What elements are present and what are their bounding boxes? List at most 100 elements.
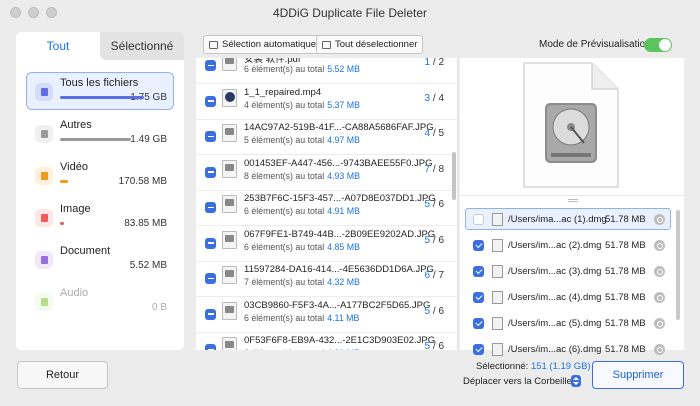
category-item[interactable]: Document 5.52 MB — [26, 240, 174, 278]
file-checkbox[interactable] — [473, 266, 484, 277]
document-icon — [35, 251, 53, 269]
duplicate-file-row[interactable]: /Users/im...ac (2).dmg 51.78 MB — [465, 234, 671, 256]
duplicate-file-row[interactable]: /Users/ima...ac (1).dmg 51.78 MB — [465, 208, 671, 230]
tab-all[interactable]: Tout — [16, 32, 100, 60]
file-thumbnail-icon — [222, 58, 237, 71]
magnifier-icon[interactable] — [654, 240, 665, 251]
group-details: 7 élément(s) au total 4.32 MB — [244, 277, 360, 287]
duplicate-group-row[interactable]: 安装 软件.pdf 6 élément(s) au total 5.52 MB 1 /… — [196, 58, 457, 84]
file-icon — [492, 317, 503, 330]
duplicate-file-row[interactable]: /Users/im...ac (5).dmg 51.78 MB — [465, 312, 671, 334]
category-item[interactable]: Image 83.85 MB — [26, 198, 174, 236]
category-item[interactable]: Vidéo 170.58 MB — [26, 156, 174, 194]
group-total-number: 8 — [438, 163, 444, 175]
duplicate-group-row[interactable]: 11597284-DA16-414...-4E5636DD1D6A.JPG 7 é… — [196, 261, 457, 297]
category-panel: Tout Sélectionné Tous les fichiers 1.75 G… — [16, 32, 184, 350]
file-checkbox[interactable] — [473, 214, 484, 225]
group-total-number: 6 — [438, 199, 444, 210]
group-size: 4.91 MB — [327, 206, 360, 216]
category-size: 0 B — [151, 302, 167, 313]
group-selected-number: 1 — [424, 58, 431, 68]
duplicate-file-row[interactable]: /Users/im...ac (4).dmg 51.78 MB — [465, 286, 671, 308]
magnifier-icon[interactable] — [654, 318, 665, 329]
category-name: Autres — [60, 119, 92, 131]
view-tabs: Tout Sélectionné — [16, 32, 184, 60]
duplicate-group-row[interactable]: 001453EF-A447-456...-9743BAEE55F0.JPG 8 é… — [196, 155, 457, 191]
group-checkbox[interactable] — [205, 273, 216, 284]
category-usage-bar — [60, 180, 68, 183]
group-checkbox[interactable] — [205, 60, 216, 71]
minimize-window-button[interactable] — [28, 7, 39, 18]
group-checkbox[interactable] — [205, 95, 216, 107]
duplicate-group-row[interactable]: 03CB9860-F5F3-4A...-A177BC2F5D65.JPG 6 él… — [196, 297, 457, 333]
group-details: 6 élément(s) au total 4.11 MB — [244, 313, 359, 323]
group-total-number: 7 — [438, 270, 444, 281]
magnifier-icon[interactable] — [654, 214, 665, 225]
duplicate-file-row[interactable]: /Users/im...ac (6).dmg 51.78 MB — [465, 338, 671, 360]
file-checkbox[interactable] — [473, 318, 484, 329]
group-checkbox[interactable] — [205, 308, 216, 320]
duplicate-group-row[interactable]: 253B7F6C-15F3-457...-A07D8E037DD1.JPG 6 é… — [196, 190, 457, 226]
selection-value: 151 (1.19 GB) — [530, 361, 591, 372]
group-checkbox[interactable] — [205, 237, 216, 249]
zoom-window-button[interactable] — [46, 7, 57, 18]
close-window-button[interactable] — [10, 7, 21, 18]
group-item-count: 6 élément(s) au total — [244, 206, 325, 216]
category-size: 1.49 GB — [130, 134, 167, 145]
file-list-scrollbar[interactable] — [676, 210, 680, 320]
duplicate-group-row[interactable]: 14AC97A2-519B-41F...-CA88A5686FAF.JPG 5 é… — [196, 119, 457, 155]
group-details: 6 élément(s) au total 5.52 MB — [244, 64, 360, 74]
preview-mode-toggle[interactable] — [644, 38, 672, 52]
duplicate-group-row[interactable]: 0F53F6F8-EB9A-432...-2E1C3D903E02.JPG 6 é… — [196, 332, 457, 350]
group-selected-number: 5 — [424, 341, 431, 350]
file-size: 51.78 MB — [605, 292, 646, 303]
group-details: 6 élément(s) au total 4.85 MB — [244, 242, 360, 252]
microphone-icon — [35, 293, 53, 311]
duplicate-group-row[interactable]: 067F9FE1-B749-44B...-2B09EE9202AD.JPG 6 é… — [196, 226, 457, 262]
group-item-count: 8 élément(s) au total — [244, 170, 325, 181]
group-details: 6 élément(s) au total 4.91 MB — [244, 206, 360, 216]
duplicate-file-row[interactable]: /Users/im...ac (3).dmg 51.78 MB — [465, 260, 671, 282]
file-checkbox[interactable] — [473, 292, 484, 303]
delete-button[interactable]: Supprimer — [592, 361, 684, 389]
auto-select-button[interactable]: Sélection automatique — [203, 35, 323, 54]
duplicate-group-row[interactable]: 1_1_repaired.mp4 4 élément(s) au total 5.3… — [196, 84, 457, 120]
file-size: 51.78 MB — [605, 318, 646, 329]
category-item[interactable]: Tous les fichiers 1.75 GB — [26, 72, 174, 110]
group-checkbox[interactable] — [205, 344, 216, 350]
back-button[interactable]: Retour — [17, 361, 108, 389]
group-selected-number: 5 — [424, 234, 431, 246]
group-size: 4.85 MB — [327, 241, 360, 252]
group-checkbox[interactable] — [205, 131, 216, 142]
chevron-updown-icon[interactable] — [571, 375, 581, 387]
file-checkbox[interactable] — [473, 240, 484, 251]
file-thumbnail-icon — [222, 88, 237, 107]
magnifier-icon[interactable] — [654, 344, 665, 355]
file-path: /Users/im...ac (6).dmg — [508, 344, 602, 355]
category-list: Tous les fichiers 1.75 GB Autres 1.49 GB Vid… — [16, 60, 184, 320]
resize-handle[interactable] — [568, 199, 578, 202]
folder-icon — [35, 83, 53, 101]
duplicate-group-list: 安装 软件.pdf 6 élément(s) au total 5.52 MB 1 /… — [196, 58, 458, 350]
preview-panel: /Users/ima...ac (1).dmg 51.78 MB/Users/im… — [460, 58, 684, 356]
group-checkbox[interactable] — [205, 166, 216, 178]
category-item[interactable]: Autres 1.49 GB — [26, 114, 174, 152]
group-selection-count: 6 / 7 — [424, 270, 444, 281]
file-size: 51.78 MB — [605, 240, 646, 251]
group-selected-number: 5 — [424, 305, 431, 317]
file-thumbnail-icon — [222, 337, 237, 350]
window-controls[interactable] — [10, 7, 57, 18]
file-path: /Users/im...ac (5).dmg — [508, 318, 602, 329]
grid-icon — [35, 125, 53, 143]
magnifier-icon[interactable] — [654, 266, 665, 277]
group-checkbox[interactable] — [205, 202, 216, 213]
magnifier-icon[interactable] — [654, 292, 665, 303]
tab-selected[interactable]: Sélectionné — [100, 32, 184, 60]
group-item-count: 6 élément(s) au total — [244, 348, 324, 350]
group-list-scrollbar[interactable] — [452, 152, 456, 200]
destination-select[interactable]: Déplacer vers la Corbeille — [463, 376, 572, 387]
deselect-all-button[interactable]: Tout déselectionner — [316, 35, 424, 54]
file-checkbox[interactable] — [473, 344, 484, 355]
file-path: /Users/im...ac (2).dmg — [508, 240, 602, 251]
group-file-name: 1_1_repaired.mp4 — [244, 86, 322, 98]
